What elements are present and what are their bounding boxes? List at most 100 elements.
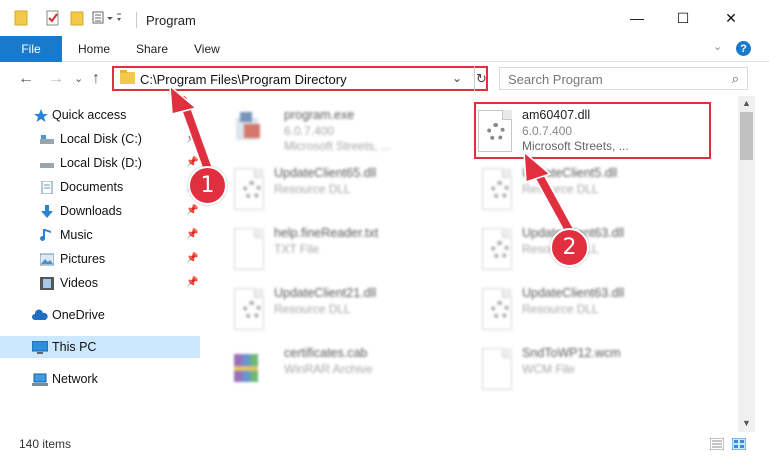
- file-item[interactable]: program.exe 6.0.7.400 Microsoft Streets,…: [230, 104, 470, 158]
- tab-home[interactable]: Home: [78, 42, 110, 56]
- sidebar-item-label: Documents: [60, 180, 124, 194]
- minimize-button[interactable]: —: [614, 0, 660, 36]
- file-type: Resource DLL: [522, 302, 599, 316]
- file-version: 6.0.7.400: [284, 124, 335, 138]
- file-type: WinRAR Archive: [284, 362, 373, 376]
- close-button[interactable]: ✕: [708, 0, 754, 36]
- customize-view-icon[interactable]: [92, 10, 122, 28]
- address-path[interactable]: C:\Program Files\Program Directory: [140, 72, 347, 87]
- maximize-button[interactable]: ☐: [660, 0, 706, 36]
- pin-icon: 📌: [186, 133, 199, 144]
- txt-icon: [234, 228, 264, 270]
- title-separator: [136, 12, 137, 28]
- file-type: Resource DLL: [274, 302, 351, 316]
- download-icon: [40, 205, 54, 218]
- scrollbar-thumb[interactable]: [740, 112, 753, 160]
- file-item[interactable]: UpdateClient63.dll Resource DLL: [478, 282, 718, 336]
- file-type: TXT File: [274, 242, 320, 256]
- sidebar-item-label: OneDrive: [52, 308, 105, 322]
- dll-icon: [482, 288, 512, 330]
- folder-icon: [120, 70, 135, 84]
- search-icon[interactable]: ⌕: [732, 71, 739, 87]
- refresh-icon[interactable]: ↻: [474, 66, 488, 91]
- sidebar-item-label: This PC: [52, 340, 97, 354]
- file-item[interactable]: certificates.cab WinRAR Archive: [230, 342, 470, 396]
- scroll-up-icon[interactable]: ▲: [742, 98, 751, 108]
- dll-icon: [482, 168, 512, 210]
- file-company: Microsoft Streets, ...: [284, 139, 391, 153]
- sidebar-item-label: Downloads: [60, 204, 122, 218]
- large-icons-view-icon[interactable]: [731, 437, 747, 451]
- up-arrow-icon[interactable]: ↑: [92, 70, 100, 88]
- file-highlight-box: [474, 102, 711, 159]
- back-arrow-icon[interactable]: ←: [18, 70, 34, 88]
- tab-share[interactable]: Share: [136, 42, 168, 56]
- pin-icon: 📌: [186, 157, 199, 168]
- sidebar-item-label: Music: [60, 228, 93, 242]
- file-item[interactable]: UpdateClient65.dll Resource DLL: [230, 162, 470, 216]
- computer-icon: [31, 340, 49, 354]
- address-bar[interactable]: C:\Program Files\Program Directory ⌄ ↻: [112, 66, 488, 91]
- file-item[interactable]: UpdateClient5.dll Resource DLL: [478, 162, 718, 216]
- videos-icon: [40, 277, 54, 290]
- recent-locations-chevron-icon[interactable]: ⌄: [74, 72, 83, 85]
- vertical-scrollbar[interactable]: ▲ ▼: [738, 96, 755, 432]
- file-name: program.exe: [284, 108, 355, 122]
- sidebar-item-local-disk-c[interactable]: Local Disk (C:) 📌: [0, 128, 200, 150]
- address-dropdown-icon[interactable]: ⌄: [452, 71, 462, 85]
- file-item[interactable]: UpdateClient21.dll Resource DLL: [230, 282, 470, 336]
- file-type: WCM File: [522, 362, 575, 376]
- forward-arrow-icon[interactable]: →: [48, 70, 64, 88]
- details-view-icon[interactable]: [709, 437, 725, 451]
- cloud-icon: [32, 309, 48, 322]
- navigation-pane: Quick access Local Disk (C:) 📌 Local Dis…: [0, 96, 205, 432]
- navigation-bar: ← → ⌄ ↑ C:\Program Files\Program Directo…: [0, 62, 769, 96]
- sidebar-item-network[interactable]: Network: [0, 368, 200, 390]
- music-icon: [40, 229, 54, 242]
- sidebar-item-videos[interactable]: Videos 📌: [0, 272, 200, 294]
- scroll-down-icon[interactable]: ▼: [742, 418, 751, 428]
- sidebar-item-local-disk-d[interactable]: Local Disk (D:) 📌: [0, 152, 200, 174]
- tab-file[interactable]: File: [0, 36, 62, 62]
- title-bar: Program — ☐ ✕: [0, 0, 769, 36]
- pictures-icon: [39, 253, 55, 266]
- sidebar-item-this-pc[interactable]: This PC: [0, 336, 200, 358]
- status-bar: 140 items: [0, 432, 769, 473]
- sidebar-item-label: Local Disk (C:): [60, 132, 142, 146]
- sidebar-item-label: Quick access: [52, 108, 127, 122]
- sidebar-item-label: Pictures: [60, 252, 106, 266]
- drive-icon: [40, 157, 54, 170]
- pin-icon: 📌: [186, 229, 199, 240]
- file-name: UpdateClient63.dll: [522, 286, 625, 300]
- expand-ribbon-icon[interactable]: ⌄: [713, 40, 722, 53]
- callout-2: 2: [550, 228, 589, 267]
- file-icon: [482, 348, 512, 390]
- file-type: Resource DLL: [522, 182, 599, 196]
- search-box[interactable]: Search Program ⌕: [499, 67, 748, 90]
- sidebar-item-onedrive[interactable]: OneDrive: [0, 304, 200, 326]
- window-title: Program: [146, 13, 196, 28]
- search-placeholder[interactable]: Search Program: [508, 72, 603, 87]
- pin-icon: 📌: [186, 277, 199, 288]
- file-name: UpdateClient5.dll: [522, 166, 618, 180]
- drive-icon: [40, 133, 54, 146]
- file-item[interactable]: SndToWP12.wcm WCM File: [478, 342, 718, 396]
- sidebar-item-downloads[interactable]: Downloads 📌: [0, 200, 200, 222]
- tab-view[interactable]: View: [194, 42, 220, 56]
- network-icon: [32, 373, 48, 386]
- sidebar-item-pictures[interactable]: Pictures 📌: [0, 248, 200, 270]
- file-name: UpdateClient65.dll: [274, 166, 377, 180]
- sidebar-item-documents[interactable]: Documents 📌: [0, 176, 200, 198]
- sidebar-item-label: Videos: [60, 276, 98, 290]
- item-count: 140 items: [19, 437, 72, 451]
- file-name: certificates.cab: [284, 346, 368, 360]
- new-folder-icon[interactable]: [70, 10, 84, 28]
- properties-icon[interactable]: [46, 10, 60, 28]
- file-item[interactable]: help.fineReader.txt TXT File: [230, 222, 470, 276]
- pin-icon: 📌: [186, 205, 199, 216]
- callout-1: 1: [188, 166, 227, 205]
- help-icon[interactable]: ?: [736, 41, 751, 56]
- sidebar-item-quick-access[interactable]: Quick access: [0, 104, 200, 126]
- file-item[interactable]: UpdateClient63.dll Resource DLL: [478, 222, 718, 276]
- sidebar-item-music[interactable]: Music 📌: [0, 224, 200, 246]
